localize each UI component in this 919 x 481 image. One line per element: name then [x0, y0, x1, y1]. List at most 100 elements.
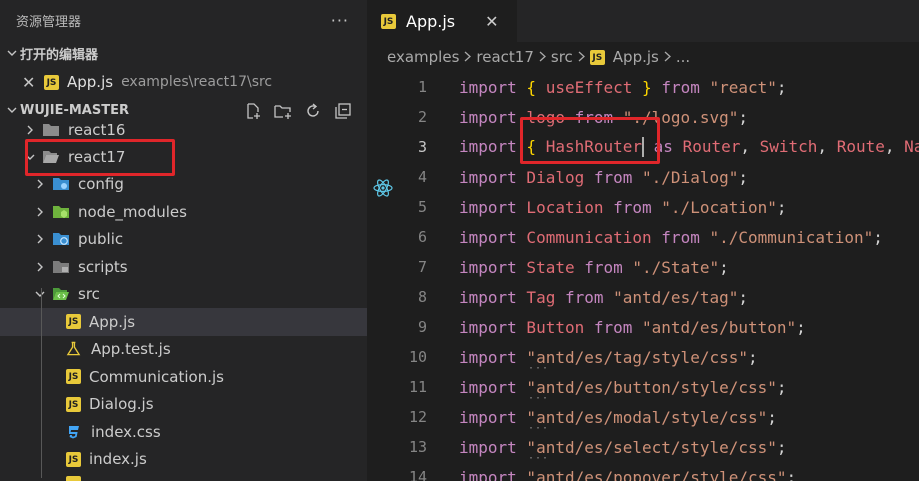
highlight-box-react17	[25, 139, 175, 176]
tab-app-js[interactable]: JS App.js ✕	[367, 0, 517, 42]
close-icon[interactable]: ✕	[485, 12, 498, 31]
tree-item-label: node_modules	[78, 202, 187, 221]
chevron-right-icon	[32, 207, 48, 217]
chevron-right-icon	[664, 48, 671, 66]
tree-item-label: Dialog.js	[89, 395, 154, 414]
breadcrumb-src[interactable]: src	[551, 48, 573, 66]
code-line: 11 import "antd/es/button/style/css"; ··…	[367, 372, 919, 405]
tree-item-label: index.js	[89, 450, 147, 469]
tree-item-scripts[interactable]: scripts	[0, 253, 367, 281]
open-editor-path: examples\react17\src	[121, 74, 273, 90]
tree-item-public[interactable]: public	[0, 226, 367, 254]
code-line: 14 import "antd/es/popover/style/css";	[367, 462, 919, 481]
chevron-right-icon	[464, 48, 472, 66]
css-file-icon	[66, 424, 81, 440]
chevron-right-icon	[539, 48, 546, 66]
breadcrumb: examples react17 src JS App.js ...	[367, 42, 919, 72]
code-line: 6 import Communication from "./Communica…	[367, 222, 919, 252]
line-number: 13	[408, 438, 427, 456]
line-number: 9	[417, 318, 427, 336]
chevron-down-icon	[4, 47, 20, 61]
config-folder-icon	[52, 176, 70, 192]
tree-item-index-js[interactable]: JS index.js	[0, 446, 367, 474]
code-line: 10 import "antd/es/tag/style/css"; ···	[367, 342, 919, 375]
line-number: 8	[417, 288, 427, 306]
tree-item-app-js[interactable]: JS App.js	[0, 308, 367, 336]
code-line: 13 import "antd/es/select/style/css"; ··…	[367, 432, 919, 465]
tree-item-label: App.test.js	[91, 340, 171, 359]
public-folder-icon	[52, 231, 70, 247]
code-line: 5 import Location from "./Location";	[367, 192, 919, 222]
tree-item-dialog-js[interactable]: JS Dialog.js	[0, 391, 367, 419]
tree-item-label: scripts	[78, 257, 128, 276]
code-line: 8 import Tag from "antd/es/tag";	[367, 282, 919, 312]
tree-item-label: public	[78, 230, 124, 249]
js-file-icon: JS	[66, 396, 81, 412]
more-actions-icon[interactable]: ···	[331, 11, 349, 30]
chevron-right-icon	[32, 262, 48, 272]
folder-icon	[42, 122, 60, 138]
tree-item-node-modules[interactable]: node_modules	[0, 198, 367, 226]
breadcrumb-react17[interactable]: react17	[476, 48, 533, 66]
breadcrumb-symbol[interactable]: ...	[676, 48, 690, 66]
test-flask-icon	[66, 341, 81, 357]
line-number: 5	[417, 198, 427, 216]
chevron-right-icon	[578, 48, 585, 66]
chevron-right-icon	[22, 125, 38, 135]
line-number: 2	[417, 108, 427, 126]
js-file-icon: JS	[381, 13, 396, 29]
line-number: 6	[417, 228, 427, 246]
code-line: 1 import { useEffect } from "react";	[367, 72, 919, 102]
js-file-icon: JS	[44, 74, 59, 90]
highlight-box-hashrouter	[520, 117, 660, 164]
js-file-icon	[66, 476, 81, 481]
close-icon[interactable]: ✕	[22, 73, 44, 92]
tree-item-label: Communication.js	[89, 367, 224, 386]
js-file-icon: JS	[66, 451, 81, 467]
line-number: 3	[417, 138, 427, 156]
editor-pane: JS App.js ✕ examples react17 src JS App.…	[367, 0, 919, 481]
breadcrumb-app-js[interactable]: App.js	[613, 48, 659, 66]
chevron-right-icon	[32, 179, 48, 189]
tree-item-label: react16	[68, 121, 126, 139]
node-folder-icon	[52, 204, 70, 220]
line-number: 10	[408, 348, 427, 366]
tree-item-label: index.css	[91, 422, 161, 441]
js-file-icon: JS	[589, 49, 605, 65]
open-editor-item[interactable]: ✕ JS App.js examples\react17\src	[0, 67, 367, 97]
tree-item-label: config	[78, 175, 124, 194]
tab-bar: JS App.js ✕	[367, 0, 919, 42]
tab-label: App.js	[406, 11, 456, 31]
chevron-down-icon	[32, 290, 48, 298]
tree-item-src[interactable]: src	[0, 281, 367, 309]
code-line: 4 import Dialog from "./Dialog";	[367, 162, 919, 192]
indent-guide	[41, 288, 42, 478]
tree-item-app-test-js[interactable]: App.test.js	[0, 336, 367, 364]
line-number: 7	[417, 258, 427, 276]
open-editors-section[interactable]: 打开的编辑器	[0, 40, 367, 67]
chevron-down-icon	[4, 104, 20, 118]
line-number: 11	[408, 378, 427, 396]
src-folder-open-icon	[52, 286, 70, 302]
tree-item-index-css[interactable]: index.css	[0, 418, 367, 446]
code-line: 9 import Button from "antd/es/button";	[367, 312, 919, 342]
code-line: 12 import "antd/es/modal/style/css"; ···	[367, 402, 919, 435]
explorer-header: 资源管理器 ···	[0, 0, 367, 40]
line-number: 14	[408, 468, 427, 481]
open-editor-name: App.js	[67, 73, 114, 91]
line-number: 1	[417, 78, 427, 96]
tree-item-communication-js[interactable]: JS Communication.js	[0, 363, 367, 391]
code-line: 7 import State from "./State";	[367, 252, 919, 282]
tree-item-label: App.js	[89, 312, 136, 331]
line-number: 4	[417, 168, 427, 186]
open-editors-label: 打开的编辑器	[20, 48, 99, 63]
chevron-right-icon	[32, 234, 48, 244]
scripts-folder-icon	[52, 259, 70, 275]
line-number: 12	[408, 408, 427, 426]
breadcrumb-examples[interactable]: examples	[387, 48, 459, 66]
js-file-icon: JS	[66, 369, 81, 385]
project-label: WUJIE-MASTER	[20, 103, 129, 118]
explorer-title: 资源管理器	[16, 14, 82, 30]
explorer-sidebar: 资源管理器 ··· 打开的编辑器 ✕ JS App.js examples\re…	[0, 0, 367, 481]
js-file-icon: JS	[66, 314, 81, 330]
